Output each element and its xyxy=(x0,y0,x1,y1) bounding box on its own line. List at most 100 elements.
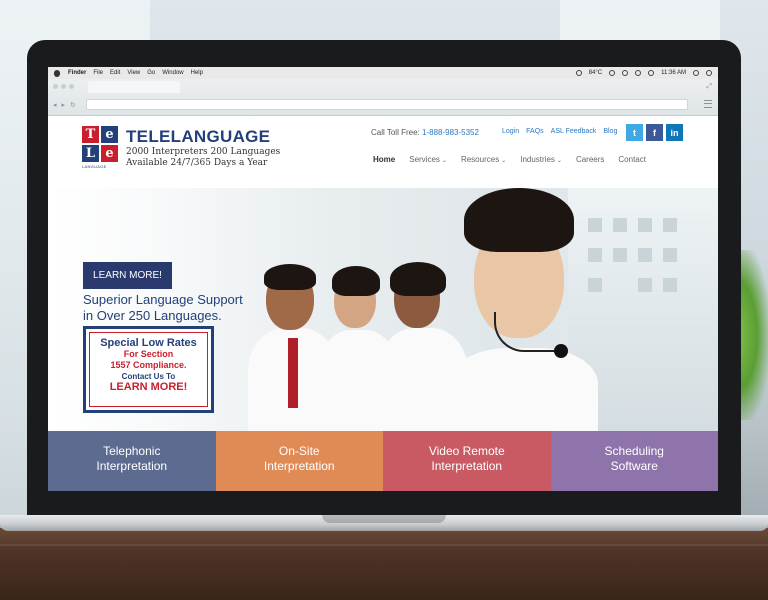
service-label: Interpretation xyxy=(263,459,335,473)
minimize-window-icon[interactable] xyxy=(61,84,66,89)
address-bar[interactable] xyxy=(86,99,688,110)
back-icon[interactable]: ◂ xyxy=(53,101,57,109)
menu-view[interactable]: View xyxy=(127,70,140,76)
menubar-time: 11:36 AM xyxy=(661,70,686,76)
menu-help[interactable]: Help xyxy=(191,70,203,76)
hero-title: Superior Language Support in Over 250 La… xyxy=(83,292,243,324)
linkedin-icon[interactable]: in xyxy=(666,124,683,141)
forward-icon[interactable]: ▸ xyxy=(62,101,66,109)
brand-tagline: 2000 Interpreters 200 Languages Availabl… xyxy=(126,147,280,169)
nav-home[interactable]: Home xyxy=(373,155,395,164)
top-links: Login FAQs ASL Feedback Blog xyxy=(502,128,617,135)
asl-feedback-link[interactable]: ASL Feedback xyxy=(551,128,597,135)
temperature-readout: 84°C xyxy=(588,70,603,76)
toll-number[interactable]: 1-888-983-5352 xyxy=(422,128,479,137)
building-window xyxy=(638,248,652,262)
volume-icon[interactable] xyxy=(635,70,642,76)
agent-hair xyxy=(390,262,446,296)
logo-tile: T xyxy=(82,126,99,143)
building-window xyxy=(663,248,677,262)
nav-careers[interactable]: Careers xyxy=(576,155,604,164)
agent-hair xyxy=(332,266,380,296)
tagline-line: 2000 Interpreters 200 Languages xyxy=(126,147,281,157)
nav-services-label: Services xyxy=(409,155,440,164)
promo-inner: Special Low Rates For Section 1557 Compl… xyxy=(89,332,208,407)
building-window xyxy=(638,218,652,232)
menu-go[interactable]: Go xyxy=(147,70,155,76)
tagline-line: Available 24/7/365 Days a Year xyxy=(126,158,268,168)
close-window-icon[interactable] xyxy=(53,84,58,89)
nav-industries[interactable]: Industries ⌄ xyxy=(520,155,562,164)
nav-resources-label: Resources xyxy=(460,155,500,164)
reload-icon[interactable]: ↻ xyxy=(70,101,76,109)
laptop-notch xyxy=(322,515,446,523)
fullscreen-icon[interactable]: ⤢ xyxy=(706,83,712,91)
nav-contact[interactable]: Contact xyxy=(618,155,646,164)
service-video-remote[interactable]: Video Remote Interpretation xyxy=(383,431,551,491)
clock-icon[interactable] xyxy=(609,70,616,76)
service-label: Scheduling xyxy=(604,444,664,458)
headset-mic xyxy=(554,344,568,358)
building-window xyxy=(663,278,677,292)
wooden-desk xyxy=(0,528,768,600)
promo-box[interactable]: Special Low Rates For Section 1557 Compl… xyxy=(83,326,214,413)
promo-line: For Section xyxy=(123,349,174,359)
status-icon[interactable] xyxy=(575,70,582,76)
menu-file[interactable]: File xyxy=(93,70,103,76)
twitter-icon[interactable]: t xyxy=(626,124,643,141)
menu-window[interactable]: Window xyxy=(162,70,183,76)
menu-finder[interactable]: Finder xyxy=(68,70,86,76)
service-scheduling[interactable]: Scheduling Software xyxy=(550,431,718,491)
zoom-window-icon[interactable] xyxy=(69,84,74,89)
menu-icon[interactable] xyxy=(704,100,712,108)
agent-hair xyxy=(464,188,574,252)
blog-link[interactable]: Blog xyxy=(603,128,617,135)
notification-icon[interactable] xyxy=(706,70,712,76)
service-telephonic[interactable]: Telephonic Interpretation xyxy=(48,431,216,491)
promo-line: Contact Us To xyxy=(121,372,176,381)
browser-chrome: ⤢ ◂ ▸ ↻ xyxy=(48,79,718,116)
logo-caption: LANGUAGE xyxy=(82,164,107,169)
desk-edge xyxy=(0,544,768,546)
bluetooth-icon[interactable] xyxy=(622,70,629,76)
facebook-icon[interactable]: f xyxy=(646,124,663,141)
service-label: Software xyxy=(610,459,658,473)
menu-edit[interactable]: Edit xyxy=(110,70,120,76)
telelanguage-logo[interactable]: T e L e LANGUAGE xyxy=(82,126,118,172)
mac-menubar: Finder File Edit View Go Window Help 84°… xyxy=(48,67,718,79)
toll-label: Call Toll Free: xyxy=(371,128,420,137)
nav-resources[interactable]: Resources ⌄ xyxy=(461,155,506,164)
battery-icon[interactable] xyxy=(648,70,655,76)
chevron-down-icon: ⌄ xyxy=(441,158,447,164)
service-onsite[interactable]: On-Site Interpretation xyxy=(215,431,383,491)
logo-tile: L xyxy=(82,145,99,162)
faqs-link[interactable]: FAQs xyxy=(526,128,544,135)
apple-icon[interactable] xyxy=(54,69,60,77)
service-tiles: Telephonic Interpretation On-Site Interpre… xyxy=(48,431,718,491)
building-window xyxy=(663,218,677,232)
logo-tile: e xyxy=(101,145,118,162)
agent-shirt xyxy=(448,348,598,431)
building-window xyxy=(613,248,627,262)
service-label: Video Remote xyxy=(428,444,505,458)
window-controls xyxy=(53,84,74,89)
chevron-down-icon: ⌄ xyxy=(501,158,507,164)
browser-tab[interactable] xyxy=(88,81,180,93)
service-label: Interpretation xyxy=(431,459,503,473)
learn-more-button[interactable]: LEARN MORE! xyxy=(83,262,172,289)
nav-services[interactable]: Services ⌄ xyxy=(409,155,447,164)
brand-name[interactable]: TELELANGUAGE xyxy=(126,127,270,147)
service-label: Telephonic xyxy=(103,444,161,458)
building-window xyxy=(588,218,602,232)
agent-hair xyxy=(264,264,316,290)
service-label: Interpretation xyxy=(96,459,168,473)
toll-free: Call Toll Free: 1-888-983-5352 xyxy=(371,128,479,137)
website: T e L e LANGUAGE TELELANGUAGE 2000 Inter… xyxy=(48,116,718,491)
main-nav: Home Services ⌄ Resources ⌄ Industries ⌄ Ca… xyxy=(373,155,646,164)
agent-tie xyxy=(288,338,298,408)
promo-line: 1557 Compliance. xyxy=(110,360,187,370)
search-icon[interactable] xyxy=(693,70,699,76)
nav-industries-label: Industries xyxy=(520,155,555,164)
nav-buttons: ◂ ▸ ↻ xyxy=(53,101,76,109)
login-link[interactable]: Login xyxy=(502,128,519,135)
